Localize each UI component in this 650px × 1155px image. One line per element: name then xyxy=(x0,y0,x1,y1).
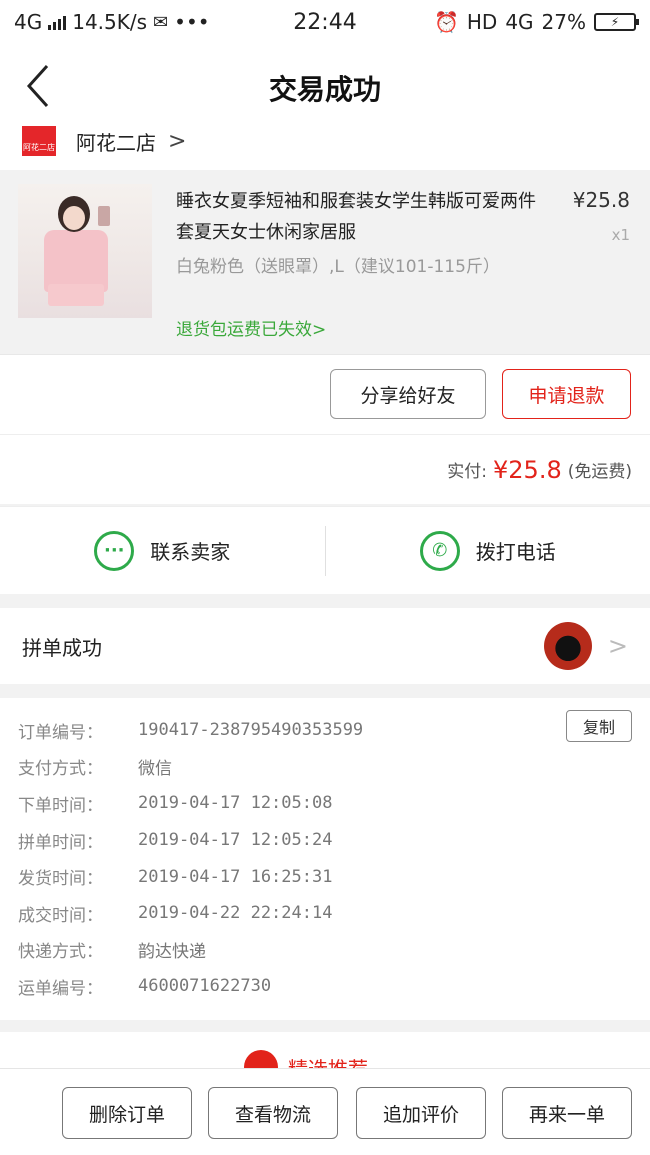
info-label: 订单编号： xyxy=(18,722,103,743)
delete-order-button[interactable]: 删除订单 xyxy=(62,1087,192,1139)
info-row: 拼单时间： 2019-04-17 12:05:24 xyxy=(0,822,650,859)
network-type-right: 4G xyxy=(505,10,534,34)
shipping-note: (免运费) xyxy=(567,462,632,482)
info-label: 快递方式： xyxy=(18,942,103,963)
network-speed: 14.5K/s xyxy=(72,10,148,34)
contact-row: ··· 联系卖家 ✆ 拨打电话 xyxy=(0,506,650,594)
recommend-section: 精选推荐 xyxy=(0,1032,650,1072)
contact-seller-label: 联系卖家 xyxy=(150,540,231,564)
product-quantity: x1 xyxy=(611,226,630,244)
battery-percent: 27% xyxy=(541,10,586,34)
store-link[interactable]: 阿花二店 阿花二店 > xyxy=(0,112,650,170)
info-label: 拼单时间： xyxy=(18,832,103,853)
chevron-right-icon: > xyxy=(168,128,187,154)
info-row: 发货时间： 2019-04-17 16:25:31 xyxy=(0,858,650,895)
payment-method: 微信 xyxy=(138,759,172,780)
info-row: 成交时间： 2019-04-22 22:24:14 xyxy=(0,895,650,932)
product-title: 睡衣女夏季短袖和服套装女学生韩版可爱两件套夏天女士休闲家居服 xyxy=(176,191,536,243)
share-button[interactable]: 分享给好友 xyxy=(330,369,486,419)
ship-time: 2019-04-17 16:25:31 xyxy=(138,866,333,887)
store-logo: 阿花二店 xyxy=(22,126,56,156)
wechat-icon: ✉ xyxy=(153,11,169,33)
info-row: 运单编号： 4600071622730 xyxy=(0,968,650,1005)
request-refund-button[interactable]: 申请退款 xyxy=(502,369,631,419)
buy-again-button[interactable]: 再来一单 xyxy=(502,1087,632,1139)
info-label: 发货时间： xyxy=(18,869,103,890)
refund-notice: 退货包运费已失效 xyxy=(176,320,312,340)
add-review-button[interactable]: 追加评价 xyxy=(356,1087,486,1139)
tracking-number: 4600071622730 xyxy=(138,976,272,997)
deal-time: 2019-04-22 22:24:14 xyxy=(138,903,333,924)
group-status-label: 拼单成功 xyxy=(22,635,102,660)
product-price: ¥25.8 xyxy=(572,188,630,212)
contact-seller-button[interactable]: ··· 联系卖家 xyxy=(0,507,325,594)
bottom-action-bar: 删除订单 查看物流 追加评价 再来一单 xyxy=(0,1068,650,1155)
page-title: 交易成功 xyxy=(268,73,381,106)
item-actions: 分享给好友 申请退款 xyxy=(0,354,650,434)
network-type: 4G xyxy=(14,10,43,34)
info-label: 运单编号： xyxy=(18,978,103,999)
chevron-right-icon: > xyxy=(607,632,628,660)
product-image xyxy=(18,184,152,318)
payment-summary: 实付: ¥25.8 (免运费) xyxy=(0,434,650,504)
info-label: 支付方式： xyxy=(18,759,103,780)
call-label: 拨打电话 xyxy=(475,540,556,564)
avatar xyxy=(543,622,592,670)
hd-indicator: HD xyxy=(466,10,498,34)
status-bar: 4G 14.5K/s ✉ ••• 22:44 ⏰ HD 4G 27% ⚡ xyxy=(0,0,650,44)
product-sku: 白兔粉色（送眼罩）,L（建议101-115斤） xyxy=(176,257,500,277)
copy-button[interactable]: 复制 xyxy=(566,710,632,742)
info-row: 订单编号： 190417-238795490353599 xyxy=(0,712,650,749)
product-item[interactable]: 睡衣女夏季短袖和服套装女学生韩版可爱两件套夏天女士休闲家居服 白兔粉色（送眼罩）… xyxy=(0,170,650,354)
call-button[interactable]: ✆ 拨打电话 xyxy=(326,507,650,594)
paid-label: 实付: xyxy=(447,462,488,482)
phone-icon: ✆ xyxy=(419,530,460,571)
info-label: 成交时间： xyxy=(18,905,103,926)
order-number: 190417-238795490353599 xyxy=(138,720,364,741)
info-row: 支付方式： 微信 xyxy=(0,749,650,786)
info-row: 快递方式： 韵达快递 xyxy=(0,932,650,969)
courier: 韵达快递 xyxy=(138,942,206,963)
chevron-right-icon: > xyxy=(312,320,327,340)
group-time: 2019-04-17 12:05:24 xyxy=(138,830,333,851)
order-info: 复制 订单编号： 190417-238795490353599 支付方式： 微信 下… xyxy=(0,698,650,1020)
store-name: 阿花二店 xyxy=(76,130,156,155)
battery-icon: ⚡ xyxy=(594,13,639,31)
refund-shipping-link[interactable]: 退货包运费已失效> xyxy=(176,315,326,340)
order-time: 2019-04-17 12:05:08 xyxy=(138,793,333,814)
info-row: 下单时间： 2019-04-17 12:05:08 xyxy=(0,785,650,822)
info-label: 下单时间： xyxy=(18,795,103,816)
signal-icon xyxy=(48,14,67,30)
alarm-icon: ⏰ xyxy=(433,10,459,34)
more-dots: ••• xyxy=(174,10,210,34)
paid-amount: ¥25.8 xyxy=(493,455,562,484)
group-status-row[interactable]: 拼单成功 > xyxy=(0,608,650,684)
view-logistics-button[interactable]: 查看物流 xyxy=(208,1087,338,1139)
chat-icon: ··· xyxy=(94,530,135,571)
